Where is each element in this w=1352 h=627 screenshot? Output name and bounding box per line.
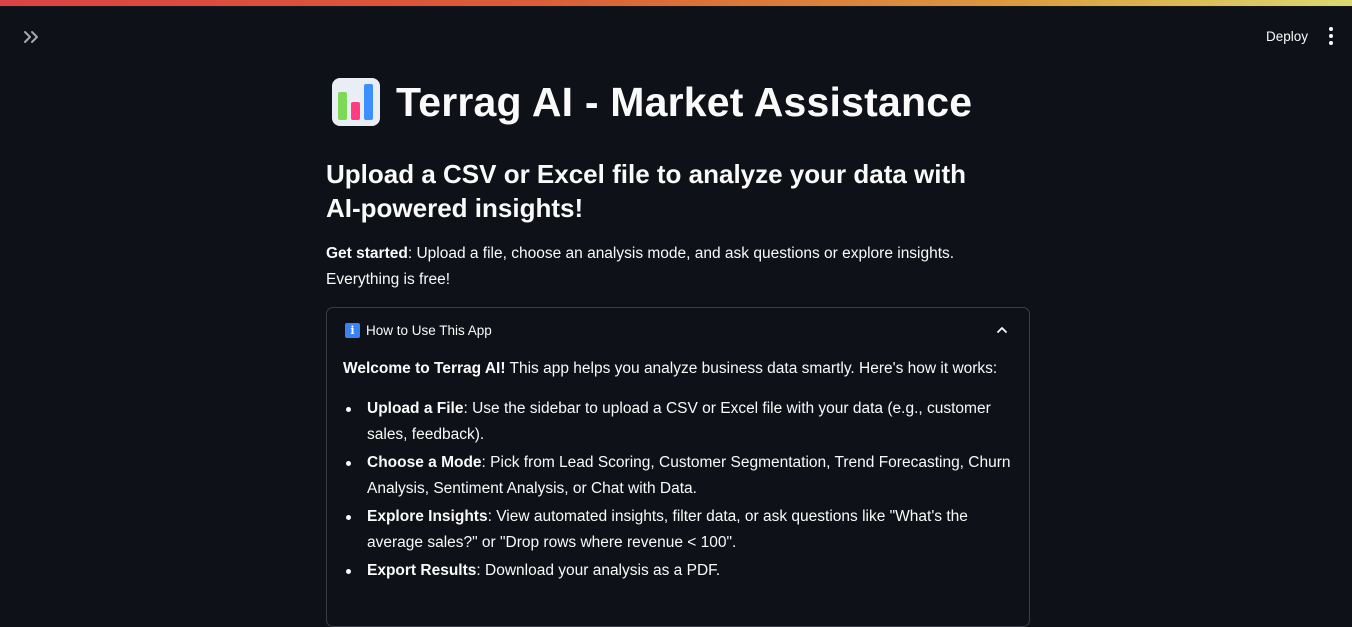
expander-header[interactable]: i How to Use This App <box>327 308 1029 352</box>
step-bold: Choose a Mode <box>367 454 482 471</box>
vertical-dots-icon <box>1329 27 1333 31</box>
steps-list: Upload a File: Use the sidebar to upload… <box>343 396 1013 584</box>
intro-text: Get started: Upload a file, choose an an… <box>326 241 1030 293</box>
deploy-button[interactable]: Deploy <box>1266 25 1308 47</box>
top-decoration-stripe <box>0 0 1352 7</box>
step-bold: Explore Insights <box>367 508 488 525</box>
step-text: : Download your analysis as a PDF. <box>476 562 721 579</box>
intro-rest: : Upload a file, choose an analysis mode… <box>326 245 955 288</box>
list-item: Explore Insights: View automated insight… <box>343 504 1013 555</box>
page-subtitle: Upload a CSV or Excel file to analyze yo… <box>326 159 967 223</box>
step-bold: Export Results <box>367 562 477 579</box>
double-chevron-right-icon <box>24 31 38 43</box>
app-header: Deploy <box>0 7 1352 63</box>
intro-bold: Get started <box>326 245 408 262</box>
expander-body: Welcome to Terrag AI! This app helps you… <box>327 352 1029 584</box>
main-content: Terrag AI - Market Assistance Upload a C… <box>326 70 1030 627</box>
sidebar-expand-button[interactable] <box>20 25 44 49</box>
page-title-row: Terrag AI - Market Assistance <box>326 70 1030 134</box>
main-menu-button[interactable] <box>1320 24 1342 48</box>
list-item: Choose a Mode: Pick from Lead Scoring, C… <box>343 450 1013 501</box>
welcome-text: Welcome to Terrag AI! This app helps you… <box>343 356 1013 382</box>
info-icon: i <box>345 322 360 338</box>
chevron-up-icon <box>997 327 1007 333</box>
bar-chart-icon <box>332 78 380 126</box>
welcome-rest: This app helps you analyze business data… <box>505 360 998 377</box>
expander-title: How to Use This App <box>366 322 492 338</box>
step-bold: Upload a File <box>367 400 464 417</box>
welcome-bold: Welcome to Terrag AI! <box>343 360 506 377</box>
how-to-use-expander: i How to Use This App Welcome to Terrag … <box>326 307 1030 627</box>
list-item: Export Results: Download your analysis a… <box>343 558 1013 584</box>
page-title: Terrag AI - Market Assistance <box>396 78 973 125</box>
list-item: Upload a File: Use the sidebar to upload… <box>343 396 1013 447</box>
